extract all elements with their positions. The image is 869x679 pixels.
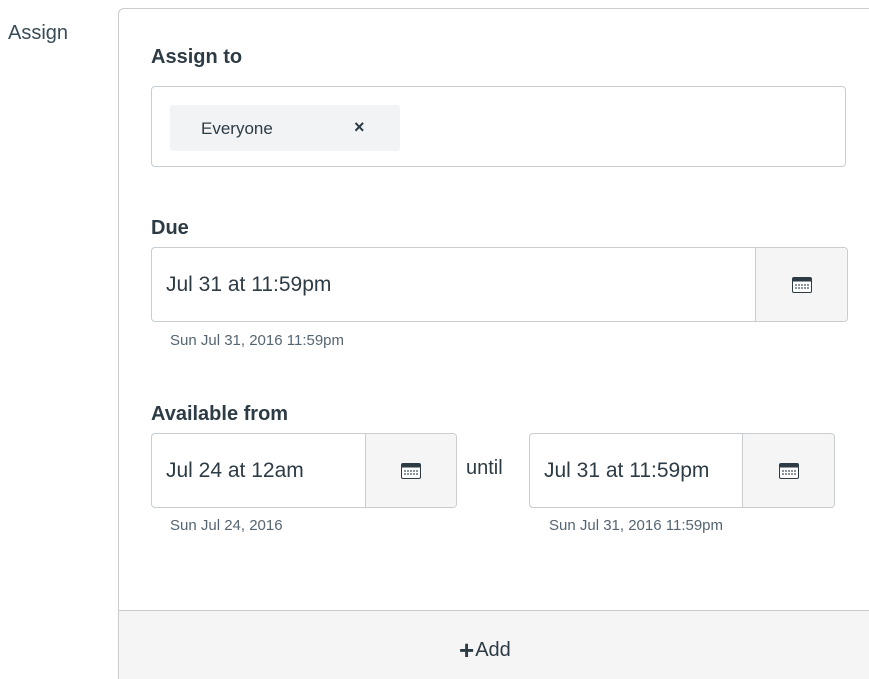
add-button-content: +Add (459, 635, 511, 666)
available-until-helper: Sun Jul 31, 2016 11:59pm (549, 517, 724, 534)
available-from-label: Available from (151, 403, 289, 425)
available-until-group: Jul 31 at 11:59pm (529, 433, 835, 508)
calendar-icon (778, 462, 799, 479)
calendar-icon (401, 462, 421, 479)
assign-section: Assign Assign to Everyone × Due Jul 31 a… (0, 0, 869, 679)
due-date-helper: Sun Jul 31, 2016 11:59pm (170, 332, 345, 349)
add-assignment-button[interactable]: +Add (119, 610, 869, 679)
assign-section-label: Assign (8, 22, 69, 44)
remove-assignee-button[interactable]: × (354, 117, 365, 138)
available-until-picker-button[interactable] (742, 434, 834, 507)
available-from-input[interactable]: Jul 24 at 12am (166, 459, 366, 483)
calendar-icon (791, 276, 812, 293)
assign-to-input[interactable]: Everyone × (151, 86, 846, 167)
due-date-picker-button[interactable] (755, 248, 847, 321)
available-until-input[interactable]: Jul 31 at 11:59pm (544, 459, 740, 483)
available-from-picker-button[interactable] (365, 434, 456, 507)
assignee-token-label: Everyone (201, 119, 273, 138)
available-from-group: Jul 24 at 12am (151, 433, 457, 508)
assignee-token: Everyone × (170, 105, 400, 151)
add-button-label: Add (475, 639, 511, 661)
assign-to-label: Assign to (151, 46, 243, 68)
due-date-group: Jul 31 at 11:59pm (151, 247, 848, 322)
available-from-helper: Sun Jul 24, 2016 (170, 517, 283, 534)
due-date-input[interactable]: Jul 31 at 11:59pm (166, 273, 746, 297)
until-label: until (466, 457, 503, 479)
due-label: Due (151, 217, 189, 239)
plus-icon: + (459, 635, 475, 665)
